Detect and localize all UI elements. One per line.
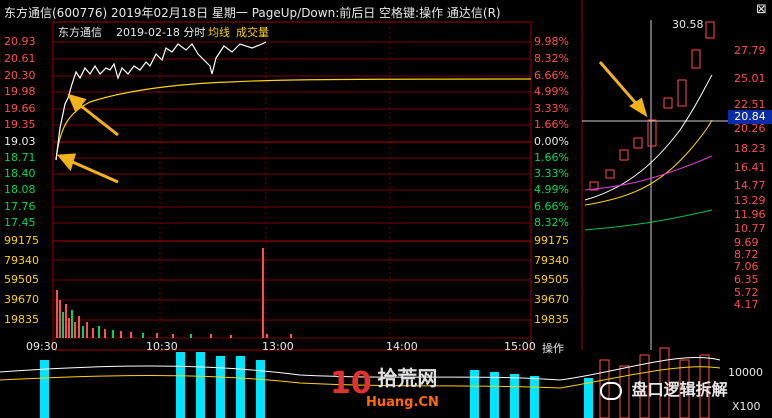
price-label: 18.08 — [4, 183, 36, 196]
pct-label: 3.33% — [534, 102, 569, 115]
kline-high-label: 30.58 — [672, 18, 704, 31]
kline-price: 14.77 — [734, 179, 766, 192]
kline-price: 16.41 — [734, 161, 766, 174]
bottom-unit-label: X100 — [732, 400, 761, 413]
pct-label: 1.66% — [534, 118, 569, 131]
avg-price-line — [55, 78, 532, 161]
volume-label: 99175 — [4, 234, 39, 247]
pct-label: 1.66% — [534, 151, 569, 164]
wechat-icon — [600, 381, 622, 400]
pct-label: 6.66% — [534, 69, 569, 82]
volume-legend: 成交量 — [236, 26, 269, 39]
time-label: 13:00 — [262, 340, 294, 353]
kline-price: 7.06 — [734, 260, 759, 273]
avg-line-legend: 均线 — [208, 26, 230, 39]
kline-price: 10.77 — [734, 222, 766, 235]
price-label: 17.76 — [4, 200, 36, 213]
volume-bars — [56, 248, 292, 338]
time-label: 15:00 — [504, 340, 536, 353]
kline-price: 11.96 — [734, 208, 766, 221]
volume-label: 79340 — [4, 254, 39, 267]
kline-price: 4.17 — [734, 298, 759, 311]
time-grid — [159, 22, 391, 338]
pct-label: 6.66% — [534, 200, 569, 213]
price-label: 20.30 — [4, 69, 36, 82]
wechat-badge-text: 盘口逻辑拆解 — [631, 380, 728, 399]
price-label: 18.71 — [4, 151, 36, 164]
kline-price: 6.35 — [734, 273, 759, 286]
pct-label: 0.00% — [534, 135, 569, 148]
volume-label-right: 59505 — [534, 273, 569, 286]
price-label: 19.98 — [4, 85, 36, 98]
price-label: 20.93 — [4, 35, 36, 48]
time-label: 09:30 — [26, 340, 58, 353]
stock-terminal-window: { "window": { "title": "东方通信(600776) 201… — [0, 0, 772, 418]
volume-label-right: 39670 — [534, 293, 569, 306]
chart-date: 2019-02-18 分时 — [116, 26, 206, 39]
wechat-badge: 盘口逻辑拆解 — [600, 376, 728, 400]
pct-label: 8.32% — [534, 52, 569, 65]
volume-label-right: 19835 — [534, 313, 569, 326]
kline-price: 25.01 — [734, 72, 766, 85]
time-label: 10:30 — [146, 340, 178, 353]
pct-label: 3.33% — [534, 167, 569, 180]
pct-label: 9.98% — [534, 35, 569, 48]
price-label: 19.35 — [4, 118, 36, 131]
volume-label-right: 99175 — [534, 234, 569, 247]
volume-label: 39670 — [4, 293, 39, 306]
kline-price: 18.23 — [734, 142, 766, 155]
bottom-volume-label: 10000 — [728, 366, 763, 379]
price-label: 17.45 — [4, 216, 36, 229]
kline-ma60 — [584, 209, 713, 231]
kline-price: 13.29 — [734, 194, 766, 207]
stock-name: 东方通信 — [58, 26, 102, 39]
price-grid — [53, 41, 531, 339]
volume-label: 59505 — [4, 273, 39, 286]
volume-label: 19835 — [4, 313, 39, 326]
watermark-text: 拾荒网 — [377, 366, 438, 390]
time-label: 14:00 — [386, 340, 418, 353]
price-label: 19.66 — [4, 102, 36, 115]
pct-label: 4.99% — [534, 183, 569, 196]
price-label: 20.61 — [4, 52, 36, 65]
watermark-logo: 10 拾荒网 Huang.CN — [330, 366, 439, 410]
price-label: 18.40 — [4, 167, 36, 180]
operate-button[interactable]: 操作 — [542, 340, 564, 356]
price-label: 19.03 — [4, 135, 36, 148]
kline-price: 20.26 — [734, 122, 766, 135]
chart-canvas — [0, 0, 728, 418]
volume-label-right: 79340 — [534, 254, 569, 267]
pct-label: 4.99% — [534, 85, 569, 98]
kline-price: 27.79 — [734, 44, 766, 57]
pct-label: 8.32% — [534, 216, 569, 229]
